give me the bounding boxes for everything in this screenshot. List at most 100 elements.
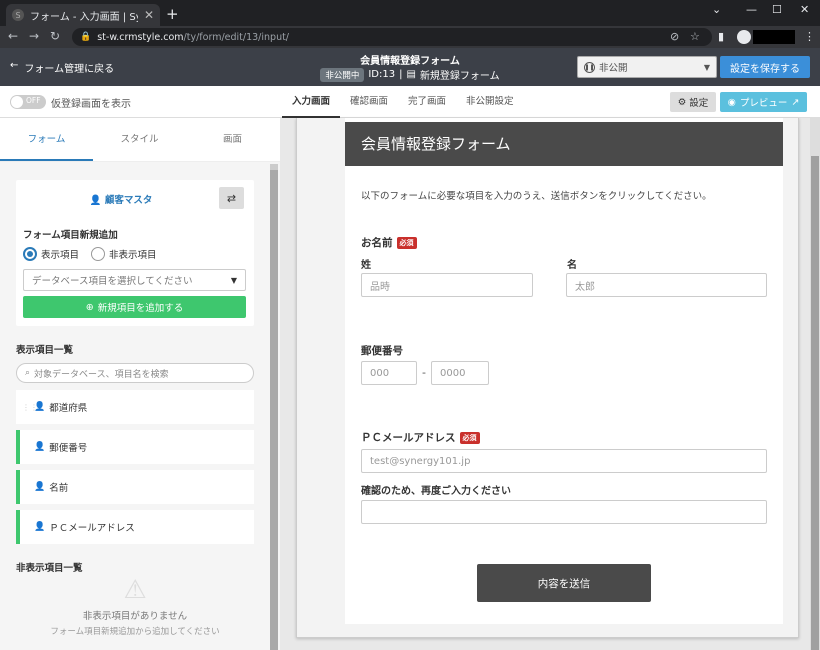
- zip2-input[interactable]: 0000: [431, 361, 489, 385]
- minimize-icon[interactable]: —: [746, 3, 757, 16]
- hidden-list-title: 非表示項目一覧: [16, 563, 83, 574]
- screen-tabs: 入力画面 確認画面 完了画面 非公開設定: [282, 86, 524, 118]
- toggle-knob: [11, 96, 23, 108]
- profile-avatar[interactable]: [737, 30, 751, 44]
- form-title-header: 会員情報登録フォーム: [360, 56, 460, 67]
- gear-icon: ⚙: [677, 96, 687, 108]
- form-canvas: 会員情報登録フォーム 以下のフォームに必要な項目を入力のうえ、送信ボタンをクリッ…: [345, 118, 783, 624]
- radio-visible[interactable]: 表示項目: [23, 247, 79, 261]
- url-path: /ty/form/edit/13/input/: [183, 31, 290, 43]
- url-host: st-w.crmstyle.com: [97, 31, 184, 43]
- name-field-label[interactable]: お名前 必須: [361, 235, 417, 250]
- tab-search-icon[interactable]: ⌄: [712, 3, 721, 16]
- radio-hidden[interactable]: 非表示項目: [91, 247, 157, 261]
- external-link-icon: ↗: [791, 96, 800, 108]
- tab-complete[interactable]: 完了画面: [398, 86, 456, 118]
- form-intro[interactable]: 以下のフォームに必要な項目を入力のうえ、送信ボタンをクリックしてください。: [361, 188, 712, 202]
- scrollbar-thumb[interactable]: [811, 156, 819, 650]
- list-item-label: 郵便番号: [49, 443, 88, 454]
- name-label: お名前: [361, 237, 393, 249]
- tab-private-settings[interactable]: 非公開設定: [456, 86, 524, 118]
- drag-handle-icon[interactable]: ⋮⋮: [22, 403, 38, 412]
- left-scrollbar[interactable]: [270, 164, 278, 650]
- new-tab-icon[interactable]: +: [166, 5, 179, 23]
- visible-list-title: 表示項目一覧: [16, 345, 74, 356]
- preview-button[interactable]: ◉ プレビュー ↗: [720, 92, 807, 112]
- left-tabs: フォーム スタイル 画面: [0, 118, 280, 162]
- window-close-icon[interactable]: ✕: [800, 3, 809, 16]
- caret-down-icon: ▼: [230, 275, 237, 285]
- tab-screen[interactable]: 画面: [186, 118, 279, 161]
- chevron-down-icon: ▼: [703, 62, 710, 72]
- toggle-state: OFF: [26, 96, 41, 105]
- list-item[interactable]: ⋮⋮ 👤 都道府県: [16, 390, 254, 424]
- lock-icon: 🔒: [80, 32, 92, 42]
- reload-icon[interactable]: ↻: [50, 29, 60, 43]
- form-title[interactable]: 会員情報登録フォーム: [345, 122, 783, 166]
- zip1-input[interactable]: 000: [361, 361, 417, 385]
- zip-field-label[interactable]: 郵便番号: [361, 343, 403, 358]
- last-name-input[interactable]: 品時: [361, 273, 533, 297]
- email-confirm-input[interactable]: [361, 500, 767, 524]
- form-preview-area: 会員情報登録フォーム 以下のフォームに必要な項目を入力のうえ、送信ボタンをクリッ…: [280, 118, 820, 650]
- forward-icon[interactable]: →: [29, 29, 39, 43]
- required-badge: 必須: [396, 236, 417, 249]
- address-bar[interactable]: 🔒 st-w.crmstyle.com/ty/form/edit/13/inpu…: [72, 28, 712, 46]
- swap-icon[interactable]: ⇄: [219, 187, 244, 209]
- save-settings-button[interactable]: 設定を保存する: [720, 56, 810, 78]
- back-icon[interactable]: ←: [8, 29, 18, 43]
- maximize-icon[interactable]: ☐: [772, 3, 782, 16]
- first-name-input[interactable]: 太郎: [566, 273, 767, 297]
- tab-style[interactable]: スタイル: [93, 118, 186, 161]
- list-item[interactable]: 👤 ＰＣメールアドレス: [16, 510, 254, 544]
- new-item-title: フォーム項目新規追加: [23, 230, 118, 241]
- submit-button[interactable]: 内容を送信: [477, 564, 651, 602]
- tab-confirm[interactable]: 確認画面: [340, 86, 398, 118]
- search-placeholder: 対象データベース、項目名を検索: [34, 369, 169, 380]
- person-icon: 👤: [89, 195, 102, 206]
- tab-form[interactable]: フォーム: [0, 118, 93, 161]
- add-item-button[interactable]: ⊕ 新規項目を追加する: [23, 296, 246, 318]
- hidden-empty-state: ⚠ 非表示項目がありません フォーム項目新規追加から追加してください: [16, 576, 254, 650]
- browser-tabbar: S フォーム - 入力画面 | Synergy! ✕ + ⌄ — ☐ ✕: [0, 0, 820, 26]
- email-field-label[interactable]: ＰＣメールアドレス 必須: [361, 430, 480, 445]
- zip-separator: -: [422, 366, 426, 379]
- person-icon: 👤: [34, 442, 46, 452]
- master-name: 顧客マスタ: [104, 195, 153, 206]
- back-label: フォーム管理に戻る: [24, 64, 115, 75]
- list-item[interactable]: 👤 名前: [16, 470, 254, 504]
- pause-icon: ❚❚: [584, 61, 595, 73]
- list-item-label: 名前: [49, 483, 69, 494]
- scrollbar-thumb[interactable]: [270, 170, 278, 650]
- empty-hint: フォーム項目新規追加から追加してください: [50, 627, 220, 637]
- list-item-label: ＰＣメールアドレス: [49, 523, 135, 534]
- publish-status-select[interactable]: ❚❚ 非公開 ▼: [577, 56, 717, 78]
- eye-off-icon[interactable]: ⊘: [670, 30, 679, 43]
- required-badge: 必須: [459, 431, 480, 444]
- visibility-radios: 表示項目 非表示項目: [23, 247, 157, 261]
- back-to-forms-link[interactable]: ← フォーム管理に戻る: [10, 60, 114, 75]
- first-name-label: 名: [567, 260, 577, 271]
- customer-master-label[interactable]: 👤 顧客マスタ: [16, 192, 226, 206]
- left-panel: フォーム スタイル 画面 👤 顧客マスタ ⇄ フォーム項目新規追加 表示項目 非…: [0, 118, 280, 650]
- database-item-select[interactable]: データベース項目を選択してください ▼: [23, 269, 246, 291]
- browser-tab-title: フォーム - 入力画面 | Synergy!: [30, 11, 138, 23]
- kebab-menu-icon[interactable]: ⋮: [804, 30, 815, 43]
- tab-input[interactable]: 入力画面: [282, 86, 341, 118]
- person-icon: 👤: [34, 522, 46, 532]
- close-tab-icon[interactable]: ✕: [144, 8, 154, 22]
- arrow-left-icon: ←: [10, 60, 19, 71]
- app-header: ← フォーム管理に戻る 会員情報登録フォーム 非公開中 ID:13 | ▤ 新規…: [0, 48, 820, 86]
- bookmark-star-icon[interactable]: ☆: [690, 30, 700, 43]
- status-badge: 非公開中: [320, 67, 365, 82]
- document-icon: ▤: [406, 69, 416, 80]
- side-panel-icon[interactable]: ▮: [718, 30, 724, 43]
- settings-button[interactable]: ⚙ 設定: [670, 92, 716, 112]
- provisional-toggle[interactable]: OFF: [10, 95, 46, 109]
- main-scrollbar[interactable]: [810, 118, 820, 650]
- list-item[interactable]: 👤 郵便番号: [16, 430, 254, 464]
- preview-frame: 会員情報登録フォーム 以下のフォームに必要な項目を入力のうえ、送信ボタンをクリッ…: [296, 118, 799, 638]
- search-input[interactable]: ⌕ 対象データベース、項目名を検索: [16, 363, 254, 383]
- email-input[interactable]: test@synergy101.jp: [361, 449, 767, 473]
- browser-tab[interactable]: S フォーム - 入力画面 | Synergy! ✕: [6, 4, 160, 26]
